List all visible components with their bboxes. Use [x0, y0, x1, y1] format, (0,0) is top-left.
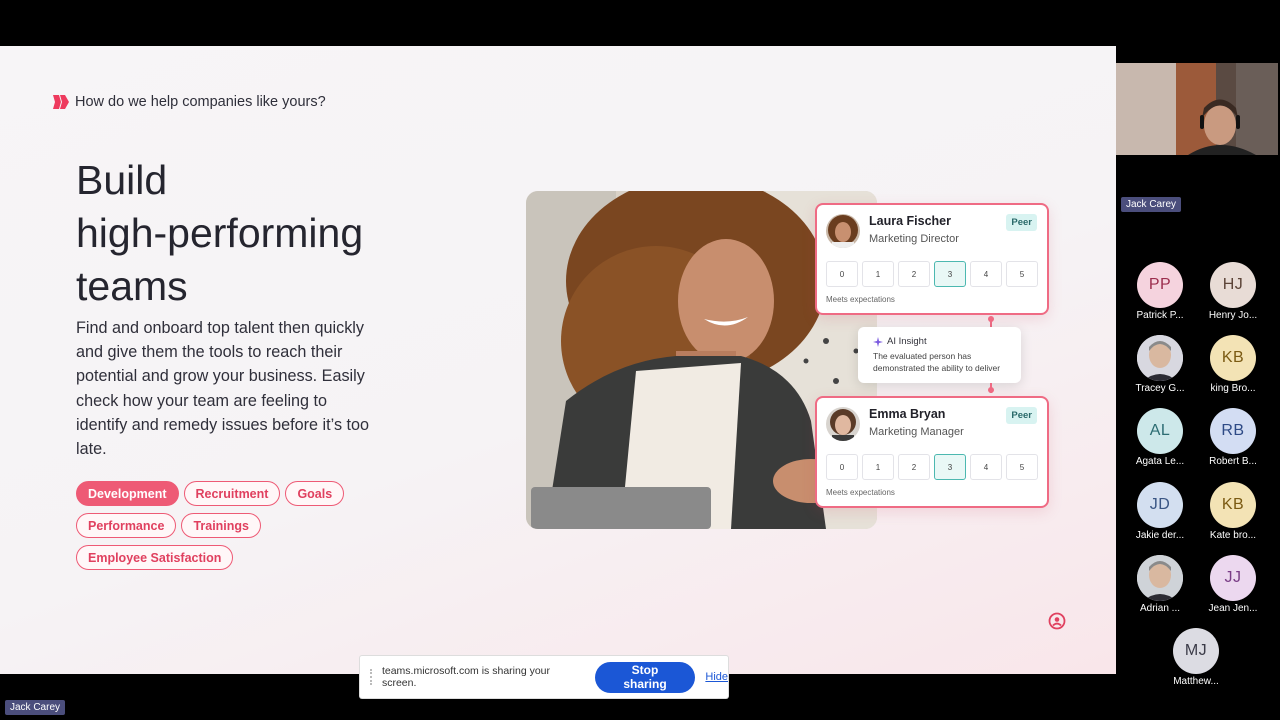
participant-avatar: PP: [1137, 262, 1183, 308]
rating-card: Laura Fischer Marketing Director Peer 0 …: [815, 203, 1049, 315]
participant-avatar: JD: [1137, 482, 1183, 528]
title-line: teams: [76, 263, 188, 309]
slide-body: Find and onboard top talent then quickly…: [76, 319, 370, 459]
participant-avatar: KB: [1210, 482, 1256, 528]
participant-avatar: MJ: [1173, 628, 1219, 674]
participant-tile[interactable]: MJ Matthew...: [1161, 628, 1231, 687]
insight-title: AI Insight: [873, 336, 1021, 347]
kicker-text: How do we help companies like yours?: [75, 94, 326, 110]
participant-name: Agata Le...: [1135, 456, 1185, 467]
scale-option-selected[interactable]: 3: [934, 454, 966, 480]
participant-name: Patrick P...: [1136, 310, 1184, 321]
participant-avatar: JJ: [1210, 555, 1256, 601]
card-name: Emma Bryan: [869, 407, 946, 421]
slide-title: Build high-performing teams: [76, 154, 456, 313]
participant-name: Jakie der...: [1135, 530, 1185, 541]
rating-card: Emma Bryan Marketing Manager Peer 0 1 2 …: [815, 396, 1049, 508]
participant-avatar: KB: [1210, 335, 1256, 381]
participant-tile[interactable]: PP Patrick P...: [1125, 262, 1195, 321]
card-footer: Meets expectations: [826, 488, 895, 497]
title-line: Build: [76, 157, 168, 203]
scale-option[interactable]: 5: [1006, 261, 1038, 287]
participant-name: Robert B...: [1209, 456, 1257, 467]
stop-sharing-button[interactable]: Stop sharing: [594, 661, 696, 693]
brand-logo-icon: [53, 95, 69, 109]
scale-option[interactable]: 5: [1006, 454, 1038, 480]
avatar: [826, 214, 860, 248]
participant-name: Matthew...: [1173, 676, 1219, 687]
card-role: Marketing Manager: [869, 426, 964, 438]
peer-badge: Peer: [1006, 214, 1037, 231]
tag-performance[interactable]: Performance: [76, 513, 177, 538]
participant-tile[interactable]: AL Agata Le...: [1125, 408, 1195, 467]
meeting-stage: How do we help companies like yours? Bui…: [0, 0, 1280, 720]
card-footer: Meets expectations: [826, 295, 895, 304]
participant-tile[interactable]: JJ Jean Jen...: [1198, 555, 1268, 614]
participant-tile[interactable]: KB king Bro...: [1198, 335, 1268, 394]
tag-recruitment[interactable]: Recruitment: [183, 481, 281, 506]
drag-handle-icon[interactable]: [370, 669, 378, 685]
avatar: [826, 407, 860, 441]
record-icon: [1048, 612, 1066, 630]
presenter-name-chip: Jack Carey: [5, 700, 66, 715]
peer-badge: Peer: [1006, 407, 1037, 424]
screen-share-bar: teams.microsoft.com is sharing your scre…: [360, 656, 728, 698]
participant-tile[interactable]: RB Robert B...: [1198, 408, 1268, 467]
scale-option[interactable]: 0: [826, 261, 858, 287]
rating-scale: 0 1 2 3 4 5: [826, 261, 1038, 287]
tag-list: Development Recruitment Goals Performanc…: [76, 481, 376, 570]
scale-option[interactable]: 4: [970, 261, 1002, 287]
participant-tile[interactable]: HJ Henry Jo...: [1198, 262, 1268, 321]
scale-option[interactable]: 1: [862, 261, 894, 287]
tag-development[interactable]: Development: [76, 481, 179, 506]
participant-name: Tracey G...: [1135, 383, 1185, 394]
participant-avatar: RB: [1210, 408, 1256, 454]
participant-tile[interactable]: JD Jakie der...: [1125, 482, 1195, 541]
slide-kicker: How do we help companies like yours?: [53, 94, 326, 110]
ai-insight-card: AI Insight The evaluated person has demo…: [858, 327, 1021, 383]
scale-option[interactable]: 2: [898, 261, 930, 287]
participant-tile[interactable]: Tracey G...: [1125, 335, 1195, 394]
participant-name: Jean Jen...: [1208, 603, 1258, 614]
tag-employee-satisfaction[interactable]: Employee Satisfaction: [76, 545, 234, 570]
sparkle-icon: [873, 336, 883, 347]
scale-option[interactable]: 1: [862, 454, 894, 480]
participant-avatar: HJ: [1210, 262, 1256, 308]
participant-avatar: AL: [1137, 408, 1183, 454]
insight-title-text: AI Insight: [887, 336, 927, 347]
rating-scale: 0 1 2 3 4 5: [826, 454, 1038, 480]
participant-name: Adrian ...: [1139, 603, 1181, 614]
scale-option[interactable]: 2: [898, 454, 930, 480]
scale-option-selected[interactable]: 3: [934, 261, 966, 287]
connector-dot: [988, 387, 994, 393]
tag-trainings[interactable]: Trainings: [181, 513, 262, 538]
participant-tile[interactable]: KB Kate bro...: [1198, 482, 1268, 541]
participant-name: Kate bro...: [1209, 530, 1257, 541]
scale-option[interactable]: 4: [970, 454, 1002, 480]
title-line: high-performing: [76, 210, 364, 256]
participant-photo: [1137, 335, 1183, 381]
tag-goals[interactable]: Goals: [285, 481, 345, 506]
participant-photo: [1137, 555, 1183, 601]
participant-name: king Bro...: [1210, 383, 1256, 394]
participant-name: Henry Jo...: [1208, 310, 1258, 321]
scale-option[interactable]: 0: [826, 454, 858, 480]
shared-screen: How do we help companies like yours? Bui…: [0, 46, 1116, 674]
hide-link[interactable]: Hide: [705, 671, 728, 683]
card-name: Laura Fischer: [869, 214, 951, 228]
self-video-tile[interactable]: [1116, 63, 1278, 155]
card-role: Marketing Director: [869, 233, 959, 245]
self-view-name-chip: Jack Carey: [1121, 197, 1182, 212]
insight-text: The evaluated person has demonstrated th…: [873, 351, 1001, 373]
share-message: teams.microsoft.com is sharing your scre…: [381, 665, 551, 689]
participant-tile[interactable]: Adrian ...: [1125, 555, 1195, 614]
